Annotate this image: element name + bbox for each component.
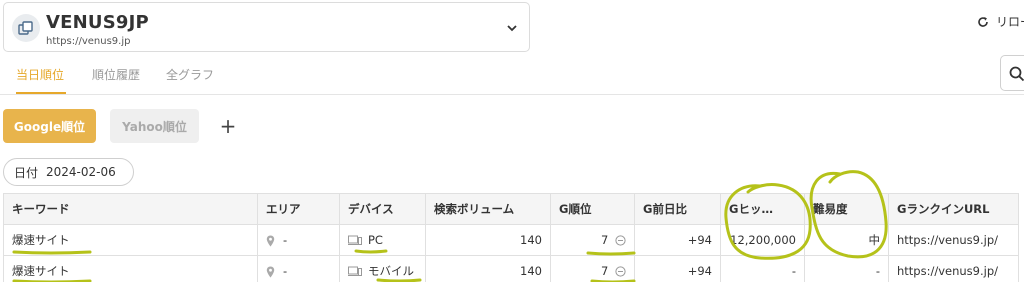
tabs-divider bbox=[0, 94, 1024, 95]
table-row: 爆速サイト - PC 140 7 +94 12,200,000 中 https:… bbox=[3, 224, 1019, 256]
area-value: - bbox=[283, 233, 288, 247]
area-value: - bbox=[283, 264, 288, 278]
rankin-url-link[interactable]: https://venus9.jp/ bbox=[888, 224, 1019, 256]
google-rank-button[interactable]: Google順位 bbox=[3, 109, 96, 143]
site-logo-icon bbox=[12, 14, 40, 42]
tab-all-graphs[interactable]: 全グラフ bbox=[166, 58, 214, 94]
area-cell: - bbox=[257, 255, 340, 282]
tab-rank-history[interactable]: 順位履歴 bbox=[92, 58, 140, 94]
keyword-rank-table: キーワード エリア デバイス 検索ボリューム G順位 G前日比 Gヒッ… 難易度… bbox=[3, 193, 1019, 282]
site-selector[interactable]: VENUS9JP https://venus9.jp bbox=[3, 2, 530, 52]
difficulty-cell: - bbox=[804, 255, 889, 282]
device-cell: PC bbox=[339, 224, 426, 256]
date-value: 2024-02-06 bbox=[46, 165, 116, 179]
col-search-volume[interactable]: 検索ボリューム bbox=[425, 193, 551, 225]
rank-cell: 7 bbox=[550, 255, 635, 282]
rank-value: 7 bbox=[601, 233, 609, 247]
location-pin-icon bbox=[266, 235, 275, 246]
device-cell: モバイル bbox=[339, 255, 426, 282]
location-pin-icon bbox=[266, 266, 275, 277]
keyword-cell: 爆速サイト bbox=[3, 255, 258, 282]
keyword-cell: 爆速サイト bbox=[3, 224, 258, 256]
col-area[interactable]: エリア bbox=[257, 193, 340, 225]
device-value: PC bbox=[368, 233, 383, 247]
yahoo-rank-button[interactable]: Yahoo順位 bbox=[110, 109, 199, 143]
tab-bar: 当日順位 順位履歴 全グラフ bbox=[0, 58, 240, 94]
reload-button[interactable]: リロー bbox=[977, 13, 1024, 30]
area-cell: - bbox=[257, 224, 340, 256]
chevron-down-icon[interactable] bbox=[505, 21, 519, 35]
rankin-url-link[interactable]: https://venus9.jp/ bbox=[888, 255, 1019, 282]
volume-cell: 140 bbox=[425, 255, 551, 282]
search-button[interactable] bbox=[1000, 55, 1024, 91]
minus-circle-icon bbox=[615, 266, 626, 277]
change-cell: +94 bbox=[634, 224, 721, 256]
site-name: VENUS9JP bbox=[46, 12, 149, 33]
date-label: 日付 bbox=[14, 165, 39, 180]
col-device[interactable]: デバイス bbox=[339, 193, 426, 225]
col-g-rankin-url[interactable]: GランクインURL bbox=[888, 193, 1019, 225]
col-keyword[interactable]: キーワード bbox=[3, 193, 258, 225]
reload-label: リロー bbox=[996, 15, 1024, 29]
search-icon bbox=[1009, 66, 1024, 82]
volume-cell: 140 bbox=[425, 224, 551, 256]
minus-circle-icon bbox=[615, 235, 626, 246]
hits-cell: 12,200,000 bbox=[720, 224, 805, 256]
device-icon bbox=[348, 235, 362, 245]
change-cell: +94 bbox=[634, 255, 721, 282]
col-difficulty[interactable]: 難易度 bbox=[804, 193, 889, 225]
site-url: https://venus9.jp bbox=[46, 36, 131, 47]
add-engine-button[interactable]: + bbox=[218, 116, 238, 136]
tab-daily-rank[interactable]: 当日順位 bbox=[16, 58, 66, 94]
hits-cell: - bbox=[720, 255, 805, 282]
date-picker[interactable]: 日付 2024-02-06 bbox=[3, 158, 134, 186]
rank-value: 7 bbox=[601, 264, 609, 278]
device-icon bbox=[348, 266, 362, 276]
device-value: モバイル bbox=[368, 264, 414, 278]
difficulty-cell: 中 bbox=[804, 224, 889, 256]
col-g-change[interactable]: G前日比 bbox=[634, 193, 721, 225]
table-row: 爆速サイト - モバイル 140 7 +94 - - https://venus… bbox=[3, 255, 1019, 282]
rank-cell: 7 bbox=[550, 224, 635, 256]
refresh-icon bbox=[978, 16, 988, 27]
col-g-rank[interactable]: G順位 bbox=[550, 193, 635, 225]
table-header-row: キーワード エリア デバイス 検索ボリューム G順位 G前日比 Gヒッ… 難易度… bbox=[3, 193, 1019, 225]
col-g-hits[interactable]: Gヒッ… bbox=[720, 193, 805, 225]
